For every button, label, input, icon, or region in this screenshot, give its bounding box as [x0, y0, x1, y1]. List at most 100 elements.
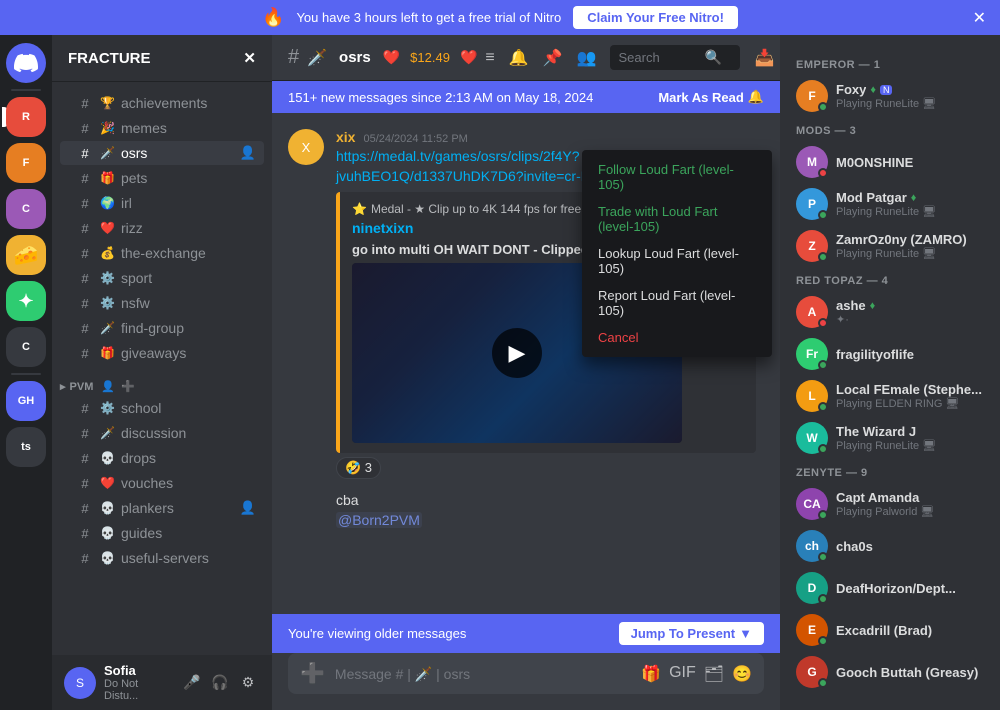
channel-item-vouches[interactable]: # ❤️ vouches: [60, 471, 264, 495]
channel-item-pets[interactable]: # 🎁 pets: [60, 166, 264, 190]
channel-item-irl[interactable]: # 🌍 irl: [60, 191, 264, 215]
member-item-foxy[interactable]: F Foxy ♦ N Playing RuneLite 🖥: [788, 76, 992, 116]
member-item-ashe[interactable]: A ashe ♦ ✦·: [788, 292, 992, 332]
context-cancel[interactable]: Cancel: [588, 324, 766, 351]
server-fracture[interactable]: F: [6, 143, 46, 183]
member-name-excadrill: Excadrill (Brad): [836, 623, 984, 638]
mention-born2pvm[interactable]: @Born2PVM: [336, 512, 422, 528]
server-cheese[interactable]: 🧀: [6, 235, 46, 275]
channel-item-osrs[interactable]: # 🗡️ osrs 👤: [60, 141, 264, 165]
reaction-laugh[interactable]: 🤣 3: [336, 457, 381, 479]
message-input[interactable]: [335, 666, 631, 682]
channel-name: useful-servers: [121, 550, 209, 566]
video-play-button[interactable]: ▶: [492, 328, 542, 378]
status-dot-excadrill: [818, 636, 828, 646]
member-item-fragility[interactable]: Fr fragilityoflife: [788, 334, 992, 374]
context-report[interactable]: Report Loud Fart (level-105): [588, 282, 766, 324]
hash-icon: #: [76, 121, 94, 136]
app: 🔥 You have 3 hours left to get a free tr…: [0, 0, 1000, 710]
pvm-category[interactable]: ▸ PVM 👤 ➕: [52, 366, 272, 395]
jump-to-present-button[interactable]: Jump To Present ▼: [619, 622, 764, 645]
settings-button[interactable]: ⚙: [236, 671, 260, 695]
channel-item-find-group[interactable]: # 🗡️ find-group: [60, 316, 264, 340]
hash-icon: #: [76, 221, 94, 236]
hash-icon: #: [76, 321, 94, 336]
add-file-button[interactable]: ➕: [300, 661, 325, 686]
notifications-icon[interactable]: 🔔: [509, 48, 529, 68]
member-info-deafhorizon: DeafHorizon/Dept...: [836, 581, 984, 596]
server-c2[interactable]: C: [6, 327, 46, 367]
members-icon[interactable]: 👥: [577, 48, 597, 68]
context-follow[interactable]: Follow Loud Fart (level-105): [588, 156, 766, 198]
deafen-button[interactable]: 🎧: [208, 671, 232, 695]
member-item-localfemale[interactable]: L Local FEmale (Stephe... Playing ELDEN …: [788, 376, 992, 416]
channel-item-drops[interactable]: # 💀 drops: [60, 446, 264, 470]
channel-item-rizz[interactable]: # ❤️ rizz: [60, 216, 264, 240]
gif-button[interactable]: GIF: [669, 664, 696, 684]
member-info-wizard: The Wizard J Playing RuneLite 🖥: [836, 424, 984, 452]
member-item-deafhorizon[interactable]: D DeafHorizon/Dept...: [788, 568, 992, 608]
hash-icon: #: [76, 346, 94, 361]
channel-item-school[interactable]: # ⚙️ school: [60, 396, 264, 420]
hash-icon: #: [76, 526, 94, 541]
member-item-gooch[interactable]: G Gooch Buttah (Greasy): [788, 652, 992, 692]
channel-item-guides[interactable]: # 💀 guides: [60, 521, 264, 545]
member-game-foxy: Playing RuneLite 🖥: [836, 97, 984, 110]
channel-item-discussion[interactable]: # 🗡️ discussion: [60, 421, 264, 445]
pvm-label: PVM: [70, 381, 94, 393]
context-trade[interactable]: Trade with Loud Fart (level-105): [588, 198, 766, 240]
member-category-redtopaz: RED TOPAZ — 4: [788, 267, 992, 291]
claim-nitro-button[interactable]: Claim Your Free Nitro!: [573, 6, 738, 29]
server-star[interactable]: ✦: [6, 281, 46, 321]
jump-arrow-icon: ▼: [739, 626, 752, 641]
inbox-icon[interactable]: 📥: [754, 48, 774, 68]
member-item-excadrill[interactable]: E Excadrill (Brad): [788, 610, 992, 650]
server-header[interactable]: FRACTURE ✕: [52, 35, 272, 82]
msg-header: xix 05/24/2024 11:52 PM: [336, 129, 764, 145]
hash-icon: #: [76, 476, 94, 491]
search-icon[interactable]: 🔍: [704, 49, 721, 66]
balance-heart2: ❤️: [460, 49, 477, 66]
server-c[interactable]: C: [6, 189, 46, 229]
member-item-modpatgar[interactable]: P Mod Patgar ♦ Playing RuneLite 🖥: [788, 184, 992, 224]
member-item-captamanda[interactable]: CA Capt Amanda Playing Palworld 🖥: [788, 484, 992, 524]
mute-button[interactable]: 🎤: [180, 671, 204, 695]
channel-item-memes[interactable]: # 🎉 memes: [60, 116, 264, 140]
context-lookup[interactable]: Lookup Loud Fart (level-105): [588, 240, 766, 282]
server-gh[interactable]: GH: [6, 381, 46, 421]
member-item-chaos[interactable]: ch cha0s: [788, 526, 992, 566]
channel-name: osrs: [121, 145, 147, 161]
close-nitro-banner[interactable]: ✕: [973, 8, 986, 28]
member-item-zamro[interactable]: Z ZamrOz0ny (ZAMRO) Playing RuneLite 🖥: [788, 226, 992, 266]
member-item-wizard[interactable]: W The Wizard J Playing RuneLite 🖥: [788, 418, 992, 458]
channel-item-useful-servers[interactable]: # 💀 useful-servers: [60, 546, 264, 570]
channel-name: school: [121, 400, 161, 416]
channel-item-plankers[interactable]: # 💀 plankers 👤: [60, 496, 264, 520]
status-dot-modpatgar: [818, 210, 828, 220]
channel-item-giveaways[interactable]: # 🎁 giveaways: [60, 341, 264, 365]
channel-emoji: 💰: [100, 246, 115, 260]
channel-emoji: 🌍: [100, 196, 115, 210]
channel-item-achievements[interactable]: # 🏆 achievements: [60, 91, 264, 115]
channel-emoji: 🗡️: [100, 321, 115, 335]
discord-home-button[interactable]: [6, 43, 46, 83]
search-input[interactable]: [618, 50, 698, 65]
member-info-excadrill: Excadrill (Brad): [836, 623, 984, 638]
member-name-row: ashe ♦: [836, 298, 984, 313]
hash-icon: #: [76, 196, 94, 211]
channel-item-nsfw[interactable]: # ⚙️ nsfw: [60, 291, 264, 315]
server-dropdown-icon: ✕: [243, 49, 256, 67]
pin-icon[interactable]: 📌: [543, 48, 563, 68]
channel-item-the-exchange[interactable]: # 💰 the-exchange: [60, 241, 264, 265]
server-r[interactable]: R: [6, 97, 46, 137]
member-info-moonshine: M0ONSHINE: [836, 155, 984, 170]
channel-item-sport[interactable]: # ⚙️ sport: [60, 266, 264, 290]
gift-button[interactable]: 🎁: [641, 664, 661, 684]
member-name-gooch: Gooch Buttah (Greasy): [836, 665, 984, 680]
emoji-button[interactable]: 😊: [732, 664, 752, 684]
threads-icon[interactable]: ≡: [485, 49, 494, 67]
member-item-moonshine[interactable]: M M0ONSHINE: [788, 142, 992, 182]
mark-read-button[interactable]: Mark As Read 🔔: [658, 89, 764, 105]
server-ts[interactable]: ts: [6, 427, 46, 467]
sticker-button[interactable]: 🗂: [704, 664, 724, 684]
